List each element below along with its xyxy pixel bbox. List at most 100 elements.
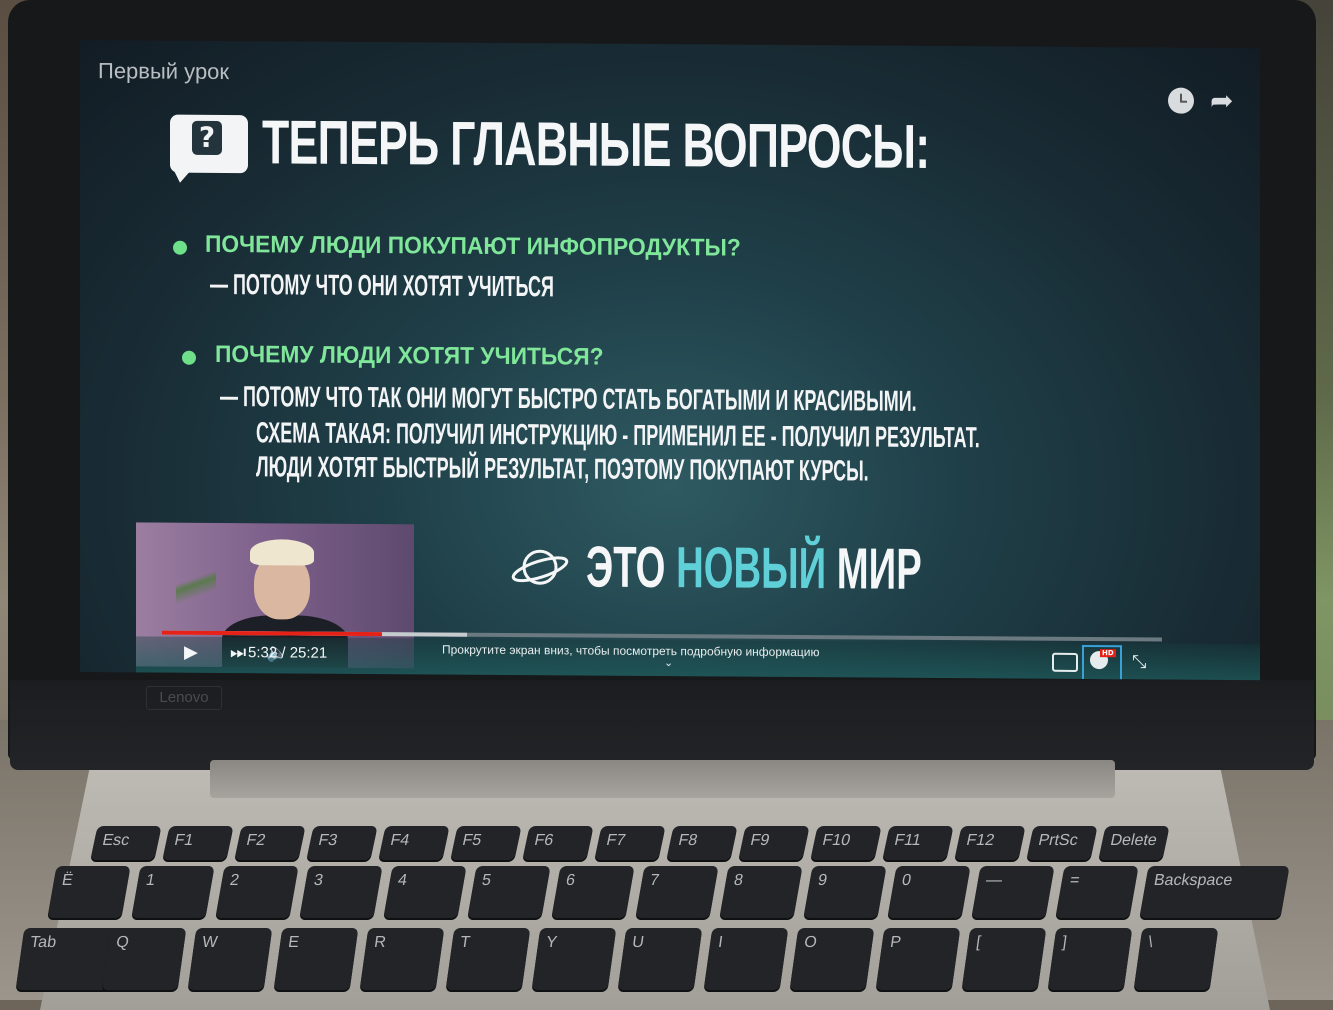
number-key[interactable]: 3 [299, 866, 383, 918]
bullet-icon [182, 350, 196, 365]
number-key[interactable]: 8 [719, 866, 803, 918]
function-key[interactable]: F1 [162, 826, 234, 860]
function-key-label: Esc [100, 832, 132, 849]
number-key[interactable]: 9 [803, 866, 887, 918]
letter-key-label: E [287, 934, 301, 951]
letter-key-label: Y [545, 934, 559, 951]
letter-key[interactable]: I [703, 928, 789, 990]
function-key[interactable]: Esc [90, 826, 162, 860]
video-title[interactable]: Первый урок [98, 58, 229, 85]
share-icon[interactable]: ➦ [1210, 84, 1233, 117]
letter-key[interactable]: \ [1133, 928, 1219, 990]
letter-key-label: O [803, 934, 818, 951]
tagline-accent: НОВЫЙ [676, 535, 827, 602]
function-key[interactable]: F9 [738, 826, 810, 860]
exit-fullscreen-icon[interactable]: ⤡ [1132, 651, 1146, 672]
function-key[interactable]: Delete [1098, 826, 1170, 860]
number-key[interactable]: 2 [215, 866, 299, 918]
number-key[interactable]: 7 [635, 866, 719, 918]
function-key[interactable]: F11 [882, 826, 954, 860]
letter-key[interactable]: Y [531, 928, 617, 990]
number-key[interactable]: 0 [887, 866, 971, 918]
letter-key[interactable]: R [359, 928, 445, 990]
function-key-label: PrtSc [1036, 832, 1080, 849]
tagline-part-1: ЭТО [586, 534, 666, 601]
function-key-label: F6 [532, 832, 556, 849]
question-1: ПОЧЕМУ ЛЮДИ ПОКУПАЮТ ИНФОПРОДУКТЫ? [205, 230, 741, 262]
letter-key-label: T [459, 934, 472, 951]
number-key[interactable]: 1 [131, 866, 215, 918]
captions-icon[interactable] [1052, 652, 1078, 672]
letter-key-label: [ [975, 934, 982, 951]
letter-key-label: W [201, 934, 219, 951]
function-key-label: F8 [676, 832, 700, 849]
function-key-label: F3 [316, 832, 340, 849]
number-key[interactable]: — [971, 866, 1055, 918]
letter-key[interactable]: Q [101, 928, 187, 990]
number-key-label: 5 [480, 872, 493, 889]
number-key[interactable]: = [1055, 866, 1139, 918]
function-key-label: F1 [172, 832, 196, 849]
letter-key[interactable]: T [445, 928, 531, 990]
play-icon[interactable]: ▶ [184, 642, 198, 663]
function-key[interactable]: F4 [378, 826, 450, 860]
tagline-part-2: МИР [836, 536, 922, 602]
planet-icon [511, 549, 569, 585]
next-icon[interactable]: ⏭ [230, 642, 246, 663]
number-key[interactable]: 4 [383, 866, 467, 918]
scroll-hint[interactable]: Прокрутите экран вниз, чтобы посмотреть … [442, 643, 820, 660]
function-key-label: F5 [460, 832, 484, 849]
letter-key-label: R [373, 934, 388, 951]
function-key[interactable]: F2 [234, 826, 306, 860]
question-bubble-tail [172, 166, 194, 183]
letter-key-label: U [631, 934, 646, 951]
chevron-down-icon[interactable]: ⌄ [664, 656, 673, 669]
number-key-label: 7 [648, 872, 661, 889]
watch-later-icon[interactable] [1168, 87, 1194, 114]
number-key[interactable]: 6 [551, 866, 635, 918]
number-key-label: 3 [312, 872, 325, 889]
time-display: 5:32 / 25:21 [248, 644, 328, 662]
function-key[interactable]: F3 [306, 826, 378, 860]
function-key[interactable]: PrtSc [1026, 826, 1098, 860]
number-key-label: 4 [396, 872, 409, 889]
letter-key-label: \ [1147, 934, 1154, 951]
letter-key[interactable]: ] [1047, 928, 1133, 990]
number-key[interactable]: Backspace [1139, 866, 1290, 918]
function-key[interactable]: F8 [666, 826, 738, 860]
letter-key[interactable]: E [273, 928, 359, 990]
video-player[interactable]: Первый урок ➦ ? ТЕПЕРЬ ГЛАВНЫЕ ВОПРОСЫ: … [80, 40, 1260, 681]
number-key-label: 9 [816, 872, 829, 889]
letter-key[interactable]: O [789, 928, 875, 990]
number-key[interactable]: 5 [467, 866, 551, 918]
number-key-label: = [1068, 872, 1081, 889]
tagline: ЭТО НОВЫЙ МИР [586, 534, 922, 603]
letter-key-label: Q [115, 934, 130, 951]
function-key-label: F10 [820, 832, 852, 849]
function-key[interactable]: F12 [954, 826, 1026, 860]
function-key-label: F9 [748, 832, 772, 849]
answer-2-line-2: СХЕМА ТАКАЯ: ПОЛУЧИЛ ИНСТРУКЦИЮ - ПРИМЕН… [256, 417, 980, 455]
number-key-label: — [984, 872, 1004, 889]
letter-key[interactable]: U [617, 928, 703, 990]
laptop-hinge [210, 760, 1115, 798]
function-key[interactable]: F5 [450, 826, 522, 860]
function-key[interactable]: F7 [594, 826, 666, 860]
function-key[interactable]: F10 [810, 826, 882, 860]
hd-badge: HD [1100, 649, 1116, 658]
answer-2-line-3: ЛЮДИ ХОТЯТ БЫСТРЫЙ РЕЗУЛЬТАТ, ПОЭТОМУ ПО… [256, 451, 869, 488]
function-key-label: F2 [244, 832, 268, 849]
number-key[interactable]: Ё [47, 866, 131, 918]
question-bubble-icon: ? [170, 114, 248, 174]
number-key-label: 6 [564, 872, 577, 889]
presenter-hair [250, 539, 314, 566]
function-key[interactable]: F6 [522, 826, 594, 860]
letter-key-label: P [889, 934, 903, 951]
letter-key[interactable]: [ [961, 928, 1047, 990]
slide-title: ТЕПЕРЬ ГЛАВНЫЕ ВОПРОСЫ: [262, 108, 930, 182]
letter-key[interactable]: W [187, 928, 273, 990]
number-key-label: Backspace [1152, 872, 1234, 889]
letter-key[interactable]: P [875, 928, 961, 990]
number-key-label: 1 [144, 872, 157, 889]
brand-logo: Lenovo [146, 686, 222, 710]
